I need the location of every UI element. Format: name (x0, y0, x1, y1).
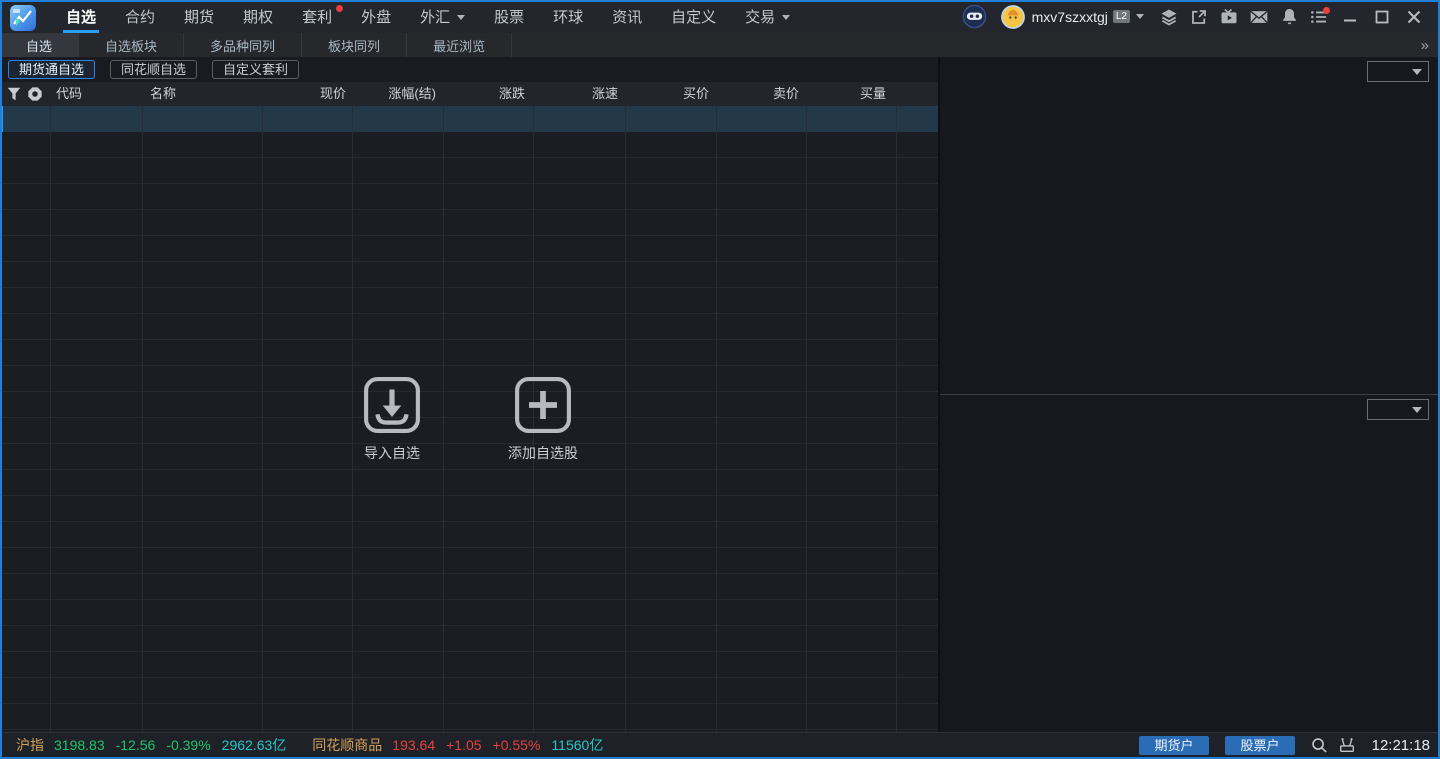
import-download-icon (363, 376, 421, 439)
nav-tab-watchlist[interactable]: 自选 (0, 33, 79, 57)
column-header-change[interactable]: 涨跌 (445, 82, 525, 106)
username[interactable]: mxv7szxxtgj (1032, 9, 1108, 25)
menu-tab-custom[interactable]: 自定义 (657, 0, 730, 33)
column-header-code[interactable]: 代码 (56, 82, 136, 106)
title-bar: 自选 合约 期货 期权 套利 外盘 外汇 股票 环球 资讯 自定义 交易 (0, 0, 1440, 33)
detail-panel (940, 57, 1438, 732)
minimize-button[interactable] (1334, 0, 1366, 33)
column-settings-icon[interactable] (27, 86, 43, 107)
network-status-icon[interactable] (1338, 736, 1356, 754)
user-menu-caret-icon[interactable] (1136, 14, 1144, 23)
chart-type-select[interactable] (1367, 399, 1429, 420)
titlebar-right-cluster: mxv7szxxtgj L2 (960, 0, 1430, 33)
menu-tab-trade[interactable]: 交易 (731, 0, 804, 33)
assistant-robot-icon[interactable] (960, 0, 990, 33)
menu-tab-watchlist[interactable]: 自选 (52, 0, 110, 33)
add-watchlist-stock-button[interactable]: 添加自选股 (481, 376, 605, 463)
column-header-speed[interactable]: 涨速 (535, 82, 618, 106)
menu-tab-global[interactable]: 环球 (539, 0, 597, 33)
import-watchlist-button[interactable]: 导入自选 (330, 376, 454, 463)
active-tab-underline (63, 30, 99, 33)
notification-dot (1323, 7, 1330, 14)
menu-tab-overseas[interactable]: 外盘 (347, 0, 405, 33)
menu-tab-stocks[interactable]: 股票 (480, 0, 538, 33)
chart-type-select[interactable] (1367, 61, 1429, 82)
app-logo-icon (10, 5, 36, 31)
menu-tab-options[interactable]: 期权 (229, 0, 287, 33)
column-header-ask[interactable]: 卖价 (718, 82, 799, 106)
nav-tab-multi-instrument[interactable]: 多品种同列 (184, 33, 302, 57)
table-header: 代码 名称 现价 涨幅(结) 涨跌 涨速 买价 卖价 买量 (0, 82, 938, 106)
shanghai-index-turnover: 2962.63亿 (222, 735, 287, 755)
table-grid-rows (0, 106, 938, 732)
column-header-name[interactable]: 名称 (150, 82, 255, 106)
watchlist-nav: 自选 自选板块 多品种同列 板块同列 最近浏览 » (0, 33, 1440, 57)
caret-down-icon (1412, 407, 1422, 413)
add-watchlist-stock-label: 添加自选股 (481, 443, 605, 463)
ths-commodity-change: +1.05 (446, 737, 481, 753)
column-header-change-pct[interactable]: 涨幅(结) (354, 82, 436, 106)
maximize-button[interactable] (1366, 0, 1398, 33)
caret-down-icon (1412, 69, 1422, 75)
watchlist-subtabs: 期货通自选 同花顺自选 自定义套利 (0, 57, 938, 82)
shanghai-index-price: 3198.83 (54, 737, 105, 753)
bell-icon[interactable] (1274, 0, 1304, 33)
mail-icon[interactable] (1244, 0, 1274, 33)
main-menu: 自选 合约 期货 期权 套利 外盘 外汇 股票 环球 资讯 自定义 交易 (52, 0, 805, 33)
column-header-price[interactable]: 现价 (264, 82, 346, 106)
app-window: 自选 合约 期货 期权 套利 外盘 外汇 股票 环球 资讯 自定义 交易 (0, 0, 1440, 759)
menu-tab-label: 自选 (66, 6, 96, 27)
import-watchlist-label: 导入自选 (330, 443, 454, 463)
close-button[interactable] (1398, 0, 1430, 33)
popout-icon[interactable] (1184, 0, 1214, 33)
stock-account-button[interactable]: 股票户 (1225, 736, 1295, 755)
expand-tabs-icon[interactable]: » (1409, 33, 1440, 57)
subtab-custom-arbitrage[interactable]: 自定义套利 (212, 60, 299, 79)
clock: 12:21:18 (1368, 737, 1430, 754)
detail-panel-bottom (940, 395, 1438, 732)
video-icon[interactable] (1214, 0, 1244, 33)
detail-panel-top (940, 57, 1438, 395)
statusbar-right-cluster: 期货户 股票户 12:21:18 (1139, 736, 1434, 755)
user-avatar[interactable] (1000, 4, 1026, 30)
menu-tab-arbitrage[interactable]: 套利 (288, 0, 346, 33)
layers-icon[interactable] (1154, 0, 1184, 33)
nav-tab-sector-columns[interactable]: 板块同列 (302, 33, 407, 57)
futures-account-button[interactable]: 期货户 (1139, 736, 1209, 755)
watchlist-table-body: 导入自选 添加自选股 (0, 106, 938, 732)
menu-tab-futures[interactable]: 期货 (170, 0, 228, 33)
subtab-futures-watchlist[interactable]: 期货通自选 (8, 60, 95, 79)
task-list-icon[interactable] (1304, 0, 1334, 33)
window-border (0, 0, 2, 759)
ths-commodity-price: 193.64 (392, 737, 435, 753)
column-header-bid-volume[interactable]: 买量 (808, 82, 886, 106)
column-header-bid[interactable]: 买价 (627, 82, 709, 106)
shanghai-index-name: 沪指 (16, 735, 44, 755)
menu-tab-forex[interactable]: 外汇 (406, 0, 479, 33)
status-bar: 沪指 3198.83 -12.56 -0.39% 2962.63亿 同花顺商品 … (0, 732, 1440, 757)
window-border (0, 0, 1440, 2)
menu-tab-contracts[interactable]: 合约 (111, 0, 169, 33)
selected-empty-row[interactable] (0, 106, 938, 132)
subtab-ths-watchlist[interactable]: 同花顺自选 (110, 60, 197, 79)
ths-commodity-turnover: 11560亿 (551, 735, 603, 755)
shanghai-index-change: -12.56 (116, 737, 156, 753)
search-icon[interactable] (1311, 737, 1328, 754)
nav-tab-watchlist-sectors[interactable]: 自选板块 (79, 33, 184, 57)
notification-dot (336, 5, 343, 12)
caret-down-icon (457, 15, 465, 24)
add-plus-icon (514, 376, 572, 439)
ths-commodity-change-pct: +0.55% (493, 737, 541, 753)
menu-tab-news[interactable]: 资讯 (598, 0, 656, 33)
nav-tab-recently-viewed[interactable]: 最近浏览 (407, 33, 512, 57)
shanghai-index-change-pct: -0.39% (166, 737, 210, 753)
caret-down-icon (782, 15, 790, 24)
filter-icon[interactable] (6, 86, 22, 107)
level-badge: L2 (1113, 10, 1130, 23)
ths-commodity-name: 同花顺商品 (312, 735, 382, 755)
